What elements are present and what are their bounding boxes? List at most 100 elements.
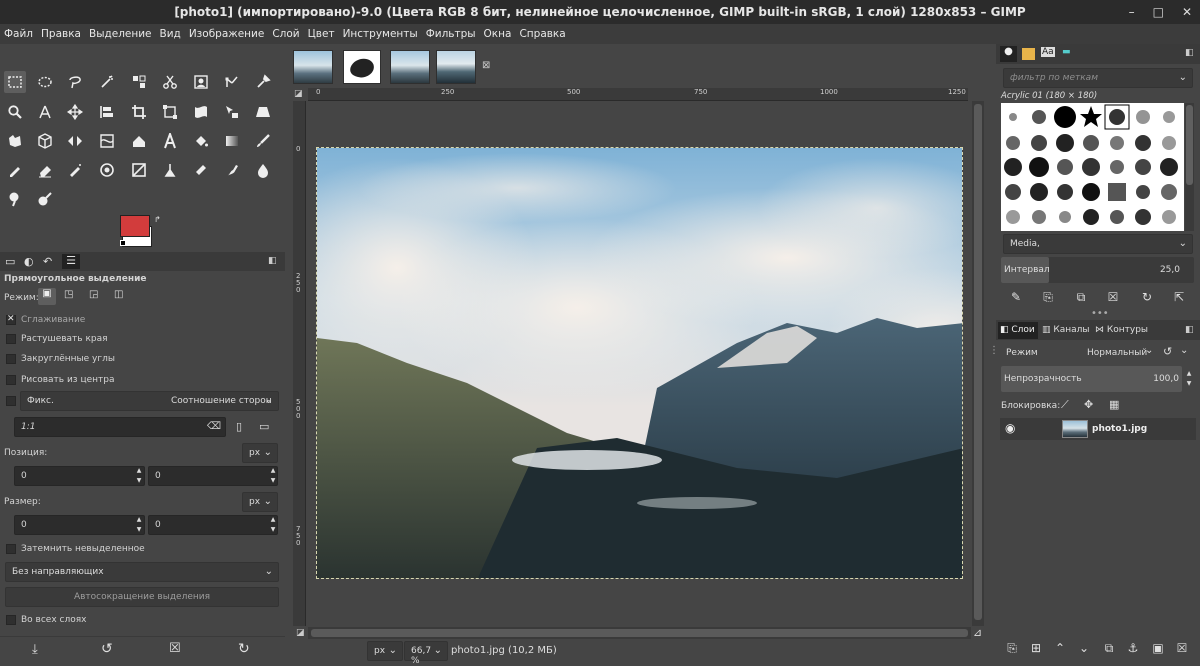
autoshrink-button[interactable]: Автосокращение выделения: [5, 587, 279, 607]
align-icon[interactable]: [96, 101, 118, 123]
lower-layer-icon[interactable]: ⌄: [1076, 640, 1092, 656]
menu-edit[interactable]: Правка: [41, 28, 81, 40]
menu-tools[interactable]: Инструменты: [343, 28, 418, 40]
eye-icon[interactable]: ◉: [1005, 421, 1015, 435]
tab-layers[interactable]: ◧ Слои: [998, 322, 1038, 339]
image-tab-3[interactable]: [390, 50, 430, 84]
refresh-brushes-icon[interactable]: ↻: [1139, 289, 1155, 305]
foreground-select-icon[interactable]: [190, 71, 212, 93]
lock-alpha-icon[interactable]: ▦: [1109, 398, 1119, 411]
fixed-checkbox[interactable]: [6, 396, 16, 406]
maximize-button[interactable]: □: [1153, 5, 1164, 19]
duplicate-brush-icon[interactable]: ⧉: [1073, 289, 1089, 305]
vertical-scroll-thumb[interactable]: [974, 104, 982, 620]
restore-options-icon[interactable]: ↺: [101, 641, 113, 657]
cage-transform-icon[interactable]: [4, 130, 26, 152]
pencil-icon[interactable]: [4, 159, 26, 181]
close-tab-icon[interactable]: ⊠: [482, 60, 490, 71]
layer-mode-value[interactable]: Нормальный: [1087, 348, 1147, 358]
position-unit-combo[interactable]: px ⌄: [242, 443, 278, 463]
layer-row[interactable]: ◉ photo1.jpg: [1000, 418, 1196, 440]
perspective-clone-icon[interactable]: [128, 159, 150, 181]
all-layers-checkbox[interactable]: [6, 615, 16, 625]
foreground-color-swatch[interactable]: [120, 215, 150, 237]
tool-options-tab-icon[interactable]: ▭: [5, 255, 15, 268]
device-status-tab-icon[interactable]: ◐: [24, 255, 34, 268]
menu-file[interactable]: Файл: [4, 28, 33, 40]
scissors-icon[interactable]: [159, 71, 181, 93]
new-brush-icon[interactable]: ⎘: [1040, 289, 1056, 305]
select-by-color-icon[interactable]: [128, 71, 150, 93]
navigate-icon[interactable]: ⊿: [973, 626, 982, 639]
clear-icon[interactable]: ⌫: [207, 421, 221, 432]
anchor-layer-icon[interactable]: ⚓: [1125, 640, 1141, 656]
chevron-down-icon[interactable]: ⌄: [1180, 345, 1188, 356]
text-tool-icon[interactable]: [159, 130, 181, 152]
open-brush-icon[interactable]: ⇱: [1171, 289, 1187, 305]
position-y-input[interactable]: 0: [148, 466, 278, 486]
menu-image[interactable]: Изображение: [189, 28, 265, 40]
dock-handle-icon[interactable]: ⋮: [989, 345, 999, 356]
fonts-tab-icon[interactable]: Aa: [1041, 47, 1055, 57]
position-x-spinner[interactable]: ▲ ▼: [134, 466, 144, 486]
delete-layer-icon[interactable]: ☒: [1174, 640, 1190, 656]
heal-icon[interactable]: [190, 159, 212, 181]
image-tab-1[interactable]: [293, 50, 333, 84]
tab-channels[interactable]: ▥ Каналы: [1042, 325, 1090, 335]
default-colors-icon[interactable]: [120, 240, 126, 246]
save-options-icon[interactable]: ⤓: [32, 642, 38, 657]
brush-tag-filter[interactable]: фильтр по меткам ⌄: [1003, 68, 1193, 88]
duplicate-layer-icon[interactable]: ⧉: [1101, 640, 1117, 656]
lasso-icon[interactable]: [64, 71, 86, 93]
zoom-combo[interactable]: 66,7 % ⌄: [404, 641, 448, 666]
new-layer-group-icon[interactable]: ⊞: [1028, 640, 1044, 656]
image-tab-2[interactable]: [343, 50, 381, 84]
mode-replace-icon[interactable]: ▣: [38, 288, 56, 305]
size-w-input[interactable]: 0: [14, 515, 145, 535]
brush-grid-scroll-thumb[interactable]: [1186, 105, 1193, 185]
clone-icon[interactable]: [96, 159, 118, 181]
brush-tag-combo[interactable]: Media, ⌄: [1003, 234, 1193, 254]
menu-windows[interactable]: Окна: [484, 28, 512, 40]
guides-combo[interactable]: Без направляющих ⌄: [5, 562, 279, 582]
crop-icon[interactable]: [128, 101, 150, 123]
position-x-input[interactable]: 0: [14, 466, 145, 486]
bucket-fill-icon[interactable]: [190, 130, 212, 152]
ellipse-select-icon[interactable]: [34, 71, 56, 93]
text-icon-paint-bucket[interactable]: [128, 130, 150, 152]
menu-help[interactable]: Справка: [519, 28, 565, 40]
menu-filters[interactable]: Фильтры: [426, 28, 476, 40]
size-h-input[interactable]: 0: [148, 515, 278, 535]
gradient-icon[interactable]: [221, 130, 243, 152]
rect-select-icon[interactable]: [4, 71, 26, 93]
eraser-icon[interactable]: [34, 159, 56, 181]
measure-icon[interactable]: [34, 101, 56, 123]
canvas-image[interactable]: [316, 147, 963, 579]
toggle-mask-icon[interactable]: ◪: [296, 628, 305, 638]
size-h-spinner[interactable]: ▲ ▼: [268, 515, 278, 535]
panel-menu-icon[interactable]: ◧: [268, 256, 277, 266]
fixed-combo[interactable]: Фикс. Соотношение сторон ⌄: [20, 391, 279, 411]
mypaint-brush-icon[interactable]: [221, 159, 243, 181]
horizontal-scrollbar[interactable]: [308, 627, 971, 639]
paintbrush-icon[interactable]: [252, 130, 274, 152]
perspective-icon[interactable]: [252, 101, 274, 123]
patterns-tab-icon[interactable]: [1022, 48, 1035, 60]
ratio-input[interactable]: 1:1 ⌫: [14, 417, 226, 437]
unified-transform-icon[interactable]: [159, 101, 181, 123]
delete-brush-icon[interactable]: ☒: [1105, 289, 1121, 305]
status-unit-combo[interactable]: px ⌄: [367, 641, 403, 661]
fuzzy-select-icon[interactable]: [96, 71, 118, 93]
spacing-slider[interactable]: Интервал 25,0: [1001, 257, 1194, 283]
antialias-checkbox[interactable]: [6, 314, 16, 325]
swap-colors-icon[interactable]: ↱: [154, 215, 161, 224]
mask-layer-icon[interactable]: ▣: [1150, 640, 1166, 656]
airbrush-icon[interactable]: [64, 159, 86, 181]
mode-reset-icon[interactable]: ↺: [1163, 345, 1172, 358]
minimize-button[interactable]: –: [1129, 5, 1135, 19]
brushes-tab-icon[interactable]: ●: [1000, 46, 1017, 62]
menu-view[interactable]: Вид: [160, 28, 181, 40]
reset-options-icon[interactable]: ↻: [238, 641, 250, 657]
close-button[interactable]: ✕: [1182, 5, 1192, 19]
smudge-icon[interactable]: [159, 159, 181, 181]
